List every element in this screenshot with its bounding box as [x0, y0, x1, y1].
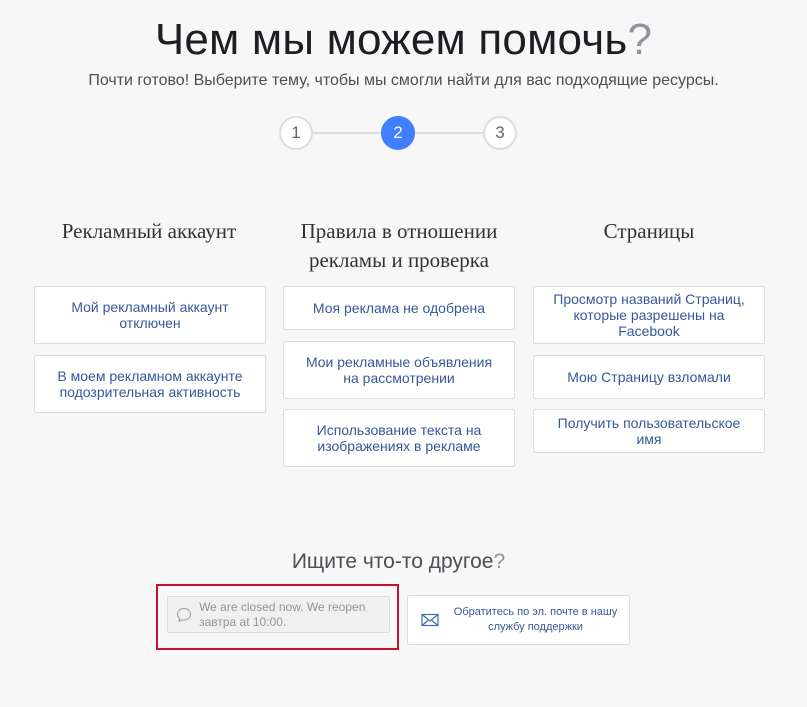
column-heading-ad-policy: Правила в отношении рекламы и проверка — [300, 219, 498, 272]
topic-page-hacked[interactable]: Мою Страницу взломали — [533, 355, 765, 399]
topic-ad-account-disabled[interactable]: Мой рекламный аккаунт отключен — [34, 286, 266, 344]
other-section-title-text: Ищите что-то другое — [291, 550, 494, 573]
progress-stepper: 1 2 3 — [279, 116, 519, 152]
page-title-question-mark: ? — [627, 15, 653, 64]
step-3: 3 — [483, 116, 517, 150]
topic-text-in-ad-images[interactable]: Использование текста на изображениях в р… — [283, 409, 515, 467]
page-title: Чем мы можем помочь? — [0, 14, 807, 66]
page-title-text: Чем мы можем помочь — [154, 15, 628, 64]
envelope-icon — [408, 613, 452, 627]
topic-ads-in-review[interactable]: Мои рекламные объявления на рассмотрении — [283, 341, 515, 399]
email-support-label: Обратитесь по эл. почте в нашу службу по… — [453, 606, 618, 633]
step-2-active[interactable]: 2 — [381, 116, 415, 150]
topic-get-username[interactable]: Получить пользовательское имя — [533, 409, 765, 453]
page-subtitle: Почти готово! Выберите тему, чтобы мы см… — [88, 72, 719, 89]
other-section-title: Ищите что-то другое? — [0, 549, 797, 575]
topic-ad-account-suspicious-activity[interactable]: В моем рекламном аккаунте подозрительная… — [34, 355, 266, 413]
chat-bubble-icon — [168, 606, 199, 624]
email-support-button[interactable]: Обратитесь по эл. почте в нашу службу по… — [407, 595, 630, 645]
other-section-question-mark: ? — [493, 550, 506, 573]
help-page: Чем мы можем помочь? Почти готово! Выбер… — [0, 0, 807, 707]
chat-status-text: We are closed now. We reopen завтра at 1… — [199, 599, 366, 629]
chat-status-box: We are closed now. We reopen завтра at 1… — [167, 596, 390, 633]
step-1[interactable]: 1 — [279, 116, 313, 150]
topic-ad-not-approved[interactable]: Моя реклама не одобрена — [283, 286, 515, 330]
column-heading-ad-account: Рекламный аккаунт — [61, 219, 237, 243]
topic-allowed-page-names[interactable]: Просмотр названий Страниц, которые разре… — [533, 286, 765, 344]
column-heading-pages: Страницы — [603, 219, 695, 243]
